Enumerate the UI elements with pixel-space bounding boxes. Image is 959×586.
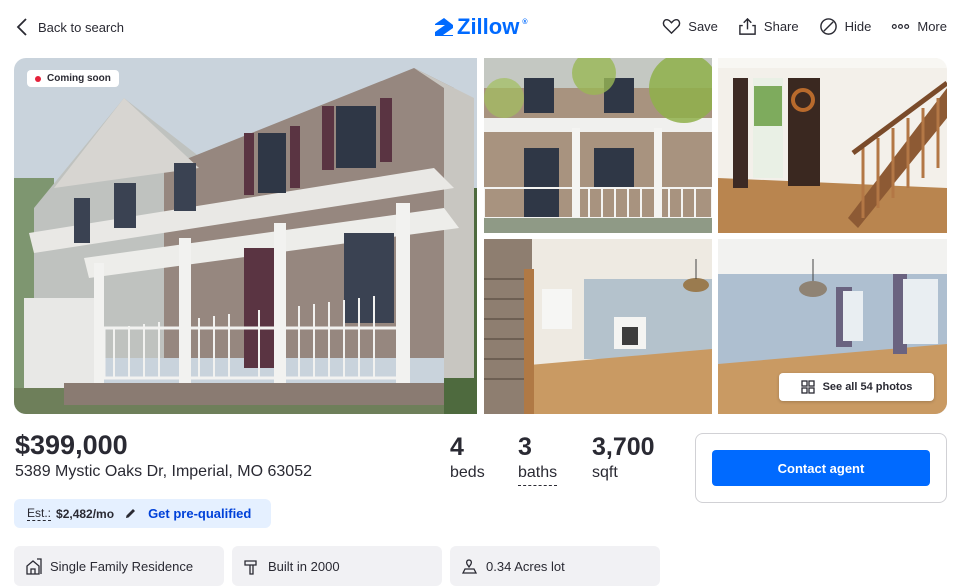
baths-value: 3 <box>518 433 532 461</box>
hammer-icon <box>244 559 257 575</box>
listing-address: 5389 Mystic Oaks Dr, Imperial, MO 63052 <box>15 463 312 480</box>
coming-soon-badge: Coming soon <box>27 70 119 87</box>
baths-label[interactable]: baths <box>518 462 558 486</box>
photo-front-porch[interactable] <box>484 58 712 233</box>
fact-home-type-label: Single Family Residence <box>50 558 194 574</box>
see-all-label: See all 54 photos <box>822 381 913 393</box>
heart-icon <box>663 19 681 35</box>
zillow-house-icon <box>435 18 453 36</box>
header-actions: Save Share Hide More <box>662 17 947 36</box>
fact-year-built: Built in 2000 <box>232 546 442 586</box>
get-pre-qualified-link[interactable]: Get pre-qualified <box>148 506 251 521</box>
photo-entry-foyer[interactable] <box>718 58 947 233</box>
fact-lot-size: 0.34 Acres lot <box>450 546 660 586</box>
hide-label: Hide <box>844 19 872 34</box>
sqft-stat: 3,700 sqft <box>592 432 655 484</box>
beds-value: 4 <box>450 433 464 461</box>
see-all-photos-button[interactable]: See all 54 photos <box>779 373 934 401</box>
beds-stat: 4 beds <box>450 432 485 484</box>
share-label: Share <box>763 19 799 34</box>
logo-text: Zillow <box>457 14 520 39</box>
back-label: Back to search <box>38 19 124 35</box>
lot-icon <box>461 558 478 574</box>
logo-registered-mark: ® <box>522 18 528 26</box>
more-label: More <box>917 19 947 34</box>
home-type-icon <box>26 557 42 575</box>
share-button[interactable]: Share <box>738 17 799 36</box>
pencil-icon[interactable] <box>124 507 137 520</box>
fact-year-built-label: Built in 2000 <box>268 558 340 574</box>
share-icon <box>739 17 756 35</box>
fact-home-type: Single Family Residence <box>14 546 224 586</box>
listing-price: $399,000 <box>15 430 128 460</box>
sqft-value: 3,700 <box>592 433 655 461</box>
header: Back to search Zillow ® Save Share Hide M… <box>0 0 959 56</box>
main-photo-house-exterior[interactable] <box>14 58 477 414</box>
more-button[interactable]: More <box>891 17 947 36</box>
grid-icon <box>800 380 815 394</box>
more-icon <box>892 23 910 30</box>
status-dot-icon <box>35 75 41 82</box>
fact-lot-size-label: 0.34 Acres lot <box>486 558 565 574</box>
estimate-label[interactable]: Est.: <box>27 506 52 521</box>
facts-list: Single Family Residence Built in 2000 0.… <box>14 546 660 586</box>
save-label: Save <box>688 19 718 34</box>
badge-label: Coming soon <box>47 73 111 84</box>
baths-stat[interactable]: 3 baths <box>518 432 558 486</box>
zillow-logo[interactable]: Zillow ® <box>434 14 528 40</box>
hide-button[interactable]: Hide <box>819 17 872 36</box>
beds-label: beds <box>450 464 485 481</box>
hide-icon <box>819 18 837 35</box>
back-to-search-link[interactable]: Back to search <box>16 17 124 37</box>
contact-panel: Contact agent <box>695 433 947 503</box>
photo-living-room-fireplace[interactable] <box>484 239 712 414</box>
sqft-label: sqft <box>592 464 618 481</box>
monthly-estimate: Est.: $2,482/mo Get pre-qualified <box>14 499 271 528</box>
chevron-left-icon <box>16 18 27 36</box>
contact-agent-button[interactable]: Contact agent <box>712 450 930 486</box>
estimate-amount: $2,482/mo <box>56 506 115 521</box>
save-button[interactable]: Save <box>662 17 718 36</box>
